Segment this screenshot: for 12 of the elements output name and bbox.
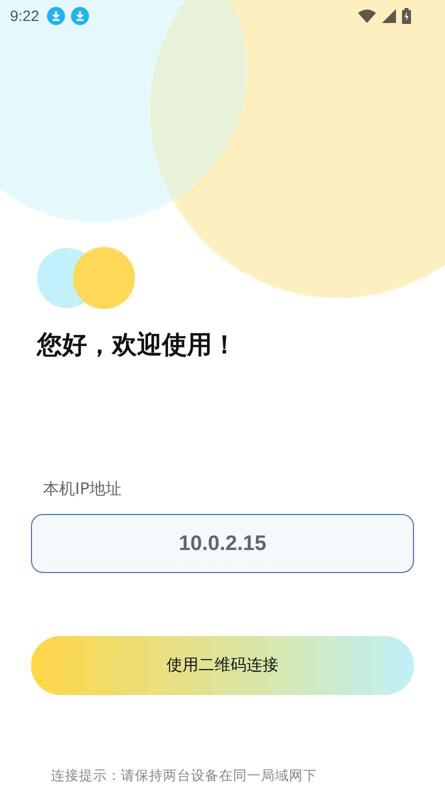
download-icon	[71, 7, 90, 25]
wifi-icon	[358, 9, 376, 23]
connection-hint: 连接提示：请保持两台设备在同一局域网下	[51, 767, 318, 785]
logo-icon	[36, 246, 136, 310]
status-time: 9:22	[10, 8, 40, 24]
ip-field[interactable]: 10.0.2.15	[31, 514, 414, 573]
battery-icon	[402, 8, 411, 24]
ip-label: 本机IP地址	[43, 479, 122, 500]
greeting-heading: 您好，欢迎使用！	[37, 329, 238, 361]
qr-connect-button[interactable]: 使用二维码连接	[31, 636, 414, 695]
download-icon	[47, 7, 66, 25]
signal-icon	[382, 9, 396, 23]
